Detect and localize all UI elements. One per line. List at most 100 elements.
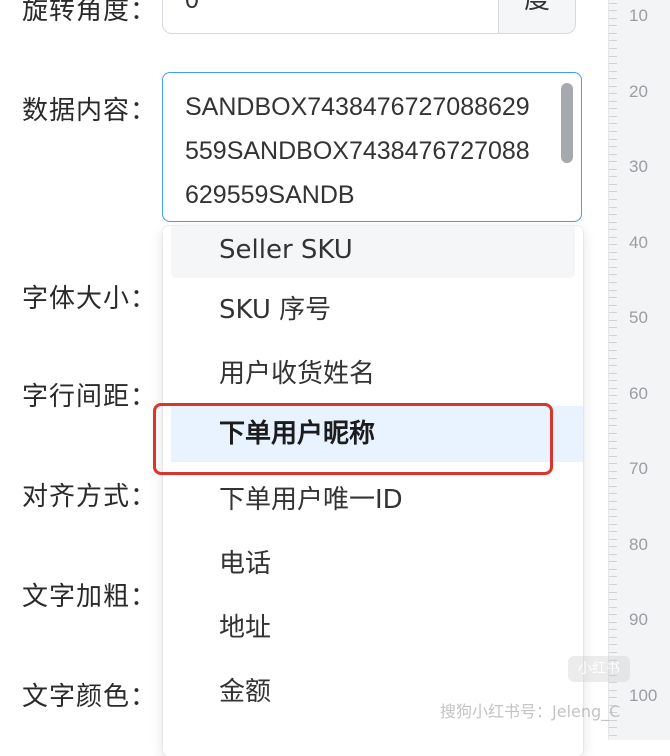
dropdown-option-phone[interactable]: 电话 [163,536,583,592]
ruler-tick [609,584,617,585]
ruler-number: 90 [629,610,648,629]
ruler-tick [609,236,617,238]
ruler-tick [609,425,617,427]
ruler-tick [609,636,617,638]
align-label: 对齐方式： [22,482,158,512]
ruler-tick [609,493,617,495]
ruler-number: 70 [629,459,648,478]
ruler-tick [609,516,617,518]
ruler-tick [609,266,617,268]
ruler-tick [609,478,617,480]
ruler-tick [609,727,617,729]
ruler-tick [609,244,617,246]
dropdown-option-buyer-nickname[interactable]: 下单用户昵称 [171,406,583,462]
ruler-tick [609,115,617,117]
ruler-tick [609,591,617,593]
ruler-tick [609,289,617,291]
ruler-tick [609,651,617,653]
data-content-label: 数据内容： [22,96,158,126]
ruler-tick [609,380,617,382]
data-field-dropdown[interactable]: Seller SKU SKU 序号 用户收货姓名 下单用户昵称 下单用户唯一ID… [163,226,583,756]
ruler-tick [609,206,617,208]
data-content-textarea[interactable]: SANDBOX7438476727088629559SANDBOX7438476… [162,72,582,222]
vertical-ruler: 10 20 30 40 50 60 70 80 90 100 [608,0,670,740]
ruler-tick [609,221,617,223]
ruler-tick [609,410,617,412]
ruler-tick [609,568,617,570]
ruler-tick [609,470,617,472]
ruler-tick [609,168,617,170]
ruler-tick [609,32,617,34]
rotation-unit: 度 [498,0,576,34]
ruler-number: 60 [629,383,648,403]
rotation-input[interactable]: 0 [162,0,498,34]
ruler-tick [609,576,617,578]
ruler-tick [609,191,617,193]
ruler-number: 50 [629,308,648,327]
ruler-tick [609,372,617,374]
ruler-tick [609,629,617,631]
ruler-tick [609,485,617,487]
ruler-tick [609,229,617,231]
ruler-tick [609,342,617,344]
ruler-tick [609,153,617,155]
ruler-number: 80 [629,534,648,554]
data-content-text: SANDBOX7438476727088629559SANDBOX7438476… [185,93,530,209]
ruler-tick [609,448,617,450]
textarea-scrollbar[interactable] [561,83,573,163]
ruler-tick [609,523,617,525]
ruler-tick [609,47,617,49]
ruler-tick [609,183,617,185]
ruler-tick [609,531,617,533]
ruler-tick [609,304,617,306]
ruler-tick [609,78,617,80]
ruler-tick [609,274,617,276]
ruler-tick [609,644,617,646]
bold-label: 文字加粗： [22,582,158,612]
dropdown-option-receiver-name[interactable]: 用户收货姓名 [163,346,583,402]
ruler-tick [609,161,617,163]
ruler-tick [609,440,617,442]
ruler-number: 100 [629,685,658,705]
ruler-tick [609,365,617,367]
color-label: 文字颜色： [22,682,158,712]
ruler-tick [609,10,617,12]
ruler-tick [609,417,617,419]
ruler-number: 20 [629,81,648,101]
ruler-tick [609,395,617,397]
ruler-tick [609,357,617,359]
ruler-number: 10 [629,6,648,25]
ruler-number: 30 [629,157,648,176]
ruler-tick [609,614,617,616]
ruler-tick [609,85,617,87]
ruler-tick [609,735,617,736]
ruler-tick [609,319,617,321]
ruler-tick [609,508,617,510]
ruler-tick [609,17,617,19]
ruler-tick [609,2,617,4]
ruler-tick [609,349,617,351]
font-size-label: 字体大小： [22,284,158,314]
ruler-tick [609,334,617,336]
ruler-tick [609,297,617,299]
ruler-tick [609,259,617,261]
ruler-tick [609,146,617,148]
ruler-tick [609,402,617,404]
ruler-tick [609,176,617,178]
dropdown-option-sku-index[interactable]: SKU 序号 [163,282,583,338]
line-spacing-label: 字行间距： [22,382,158,412]
ruler-number: 40 [629,232,648,252]
ruler-tick [609,621,617,623]
ruler-tick [609,138,617,140]
ruler-tick [609,70,617,72]
ruler-tick [609,455,617,457]
dropdown-option-address[interactable]: 地址 [163,600,583,656]
dropdown-option-buyer-id[interactable]: 下单用户唯一ID [163,472,583,528]
ruler-tick [609,55,617,57]
watermark-text: 搜狗小红书号：Jeleng_C [440,702,621,721]
ruler-tick [609,251,617,253]
ruler-tick [609,108,617,110]
ruler-tick [609,63,617,65]
dropdown-option-seller-sku[interactable]: Seller SKU [171,226,575,278]
ruler-tick [609,546,617,548]
